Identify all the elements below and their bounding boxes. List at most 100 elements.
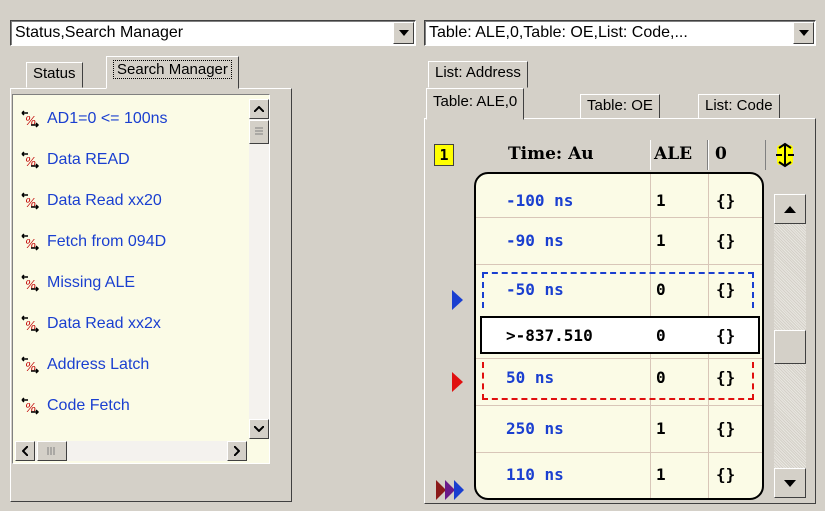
ale-cell: 1 — [656, 191, 666, 210]
scroll-thumb[interactable] — [774, 330, 806, 364]
view-selector-combo[interactable]: Status,Search Manager — [10, 20, 416, 46]
scroll-up-button[interactable] — [249, 99, 269, 119]
scroll-right-button[interactable] — [227, 441, 247, 461]
marker-label-text: 1 — [439, 146, 449, 164]
timing-table: -100 ns 1 {} -90 ns 1 {} -50 ns 0 {} >-8… — [474, 172, 764, 500]
value-cell: {} — [716, 326, 736, 345]
search-pattern-icon: % — [21, 233, 40, 251]
list-item[interactable]: % Missing ALE — [19, 269, 135, 297]
arrow-up-icon — [784, 205, 796, 213]
time-cell: -50 ns — [506, 280, 564, 299]
marker-label-badge[interactable]: 1 — [434, 144, 454, 166]
value-cell: {} — [716, 465, 736, 484]
tab-list-code[interactable]: List: Code — [698, 94, 780, 120]
table-selector-dropdown-button[interactable] — [793, 22, 814, 44]
column-header-value-label: 0 — [715, 144, 727, 164]
list-item[interactable]: % Address Latch — [19, 351, 149, 379]
search-label: AD1=0 <= 100ns — [47, 110, 168, 127]
column-header-time[interactable]: Time: Au — [508, 140, 650, 170]
time-cell: -100 ns — [506, 191, 574, 210]
value-cell: {} — [716, 368, 736, 387]
table-row-marker-blue[interactable]: -50 ns 0 {} — [482, 272, 754, 308]
search-label: Code Fetch — [47, 397, 130, 414]
table-row[interactable]: -90 ns 1 {} — [476, 218, 762, 264]
list-item[interactable]: % Data Read xx20 — [19, 187, 162, 215]
column-header-value[interactable]: 0 — [708, 140, 766, 170]
tab-table-ale-label: Table: ALE,0 — [433, 93, 518, 110]
ale-cell: 1 — [656, 231, 666, 250]
marker-stack-icon[interactable] — [436, 478, 476, 502]
row-divider — [476, 264, 762, 265]
split-button[interactable] — [770, 140, 800, 170]
scroll-left-button[interactable] — [15, 441, 35, 461]
search-list: % AD1=0 <= 100ns % Data READ % Data Read… — [12, 94, 270, 464]
search-pattern-icon: % — [21, 274, 40, 292]
table-row[interactable]: 110 ns 1 {} — [476, 453, 762, 498]
chevron-down-icon — [254, 426, 264, 432]
scroll-down-button[interactable] — [249, 419, 269, 439]
search-pattern-icon: % — [21, 110, 40, 128]
time-cell: 110 ns — [506, 465, 564, 484]
value-cell: {} — [716, 191, 736, 210]
table-row[interactable]: 250 ns 1 {} — [476, 406, 762, 452]
tab-search-manager-label: Search Manager — [113, 60, 232, 79]
value-cell: {} — [716, 419, 736, 438]
tab-table-oe-label: Table: OE — [587, 97, 653, 114]
blue-marker-arrow-icon[interactable] — [452, 290, 464, 310]
svg-text:%: % — [25, 278, 36, 292]
svg-text:%: % — [25, 114, 36, 128]
time-cell: -90 ns — [506, 231, 564, 250]
tab-table-oe[interactable]: Table: OE — [580, 94, 660, 120]
tab-status-label: Status — [33, 65, 76, 82]
list-item[interactable]: % Fetch from 094D — [19, 228, 166, 256]
grip-icon — [255, 127, 263, 135]
chevron-down-icon — [398, 30, 409, 36]
svg-text:%: % — [25, 155, 36, 169]
chevron-up-icon — [254, 106, 264, 112]
tab-table-ale[interactable]: Table: ALE,0 — [426, 88, 525, 120]
search-pattern-icon: % — [21, 151, 40, 169]
table-row[interactable]: -100 ns 1 {} — [476, 174, 762, 217]
tab-status[interactable]: Status — [26, 62, 83, 88]
value-cell: {} — [716, 231, 736, 250]
svg-text:%: % — [25, 401, 36, 415]
scroll-up-button[interactable] — [774, 194, 806, 224]
search-label: Data READ — [47, 151, 130, 168]
view-selector-dropdown-button[interactable] — [393, 22, 414, 44]
row-divider — [476, 358, 762, 359]
search-label: Data Read xx2x — [47, 315, 161, 332]
chevron-left-icon — [22, 446, 28, 456]
tab-search-manager[interactable]: Search Manager — [106, 56, 239, 89]
search-label: Missing ALE — [47, 274, 136, 291]
table-vertical-scrollbar[interactable] — [774, 194, 806, 498]
search-pattern-icon: % — [21, 397, 40, 415]
column-header-ale[interactable]: ALE — [650, 140, 708, 170]
list-horizontal-scrollbar[interactable] — [15, 441, 247, 461]
search-pattern-icon: % — [21, 192, 40, 210]
ale-cell: 1 — [656, 419, 666, 438]
table-row-marker-red[interactable]: 50 ns 0 {} — [482, 362, 754, 400]
list-item[interactable]: % Data Read xx2x — [19, 310, 161, 338]
view-selector-value: Status,Search Manager — [15, 24, 184, 41]
search-pattern-icon: % — [21, 315, 40, 333]
time-cell: 50 ns — [506, 368, 555, 387]
red-marker-arrow-icon[interactable] — [452, 372, 464, 392]
list-item[interactable]: % Data READ — [19, 146, 130, 174]
grip-icon — [47, 447, 55, 455]
tab-list-address[interactable]: List: Address — [428, 61, 528, 88]
table-row-cursor[interactable]: >-837.510 0 {} — [480, 316, 760, 354]
chevron-down-icon — [798, 30, 809, 36]
scroll-down-button[interactable] — [774, 468, 806, 498]
search-label: Fetch from 094D — [47, 233, 167, 250]
ale-cell: 1 — [656, 465, 666, 484]
arrow-down-icon — [784, 479, 796, 487]
list-item[interactable]: % Code Fetch — [19, 392, 130, 420]
tab-list-address-label: List: Address — [435, 64, 521, 81]
scroll-thumb-horizontal[interactable] — [37, 441, 67, 461]
table-selector-combo[interactable]: Table: ALE,0,Table: OE,List: Code,... — [424, 20, 816, 46]
ale-cell: 0 — [656, 280, 666, 299]
list-vertical-scrollbar[interactable] — [249, 99, 269, 439]
list-item[interactable]: % AD1=0 <= 100ns — [19, 105, 168, 133]
scroll-thumb[interactable] — [249, 120, 269, 144]
table-selector-value: Table: ALE,0,Table: OE,List: Code,... — [429, 24, 688, 41]
